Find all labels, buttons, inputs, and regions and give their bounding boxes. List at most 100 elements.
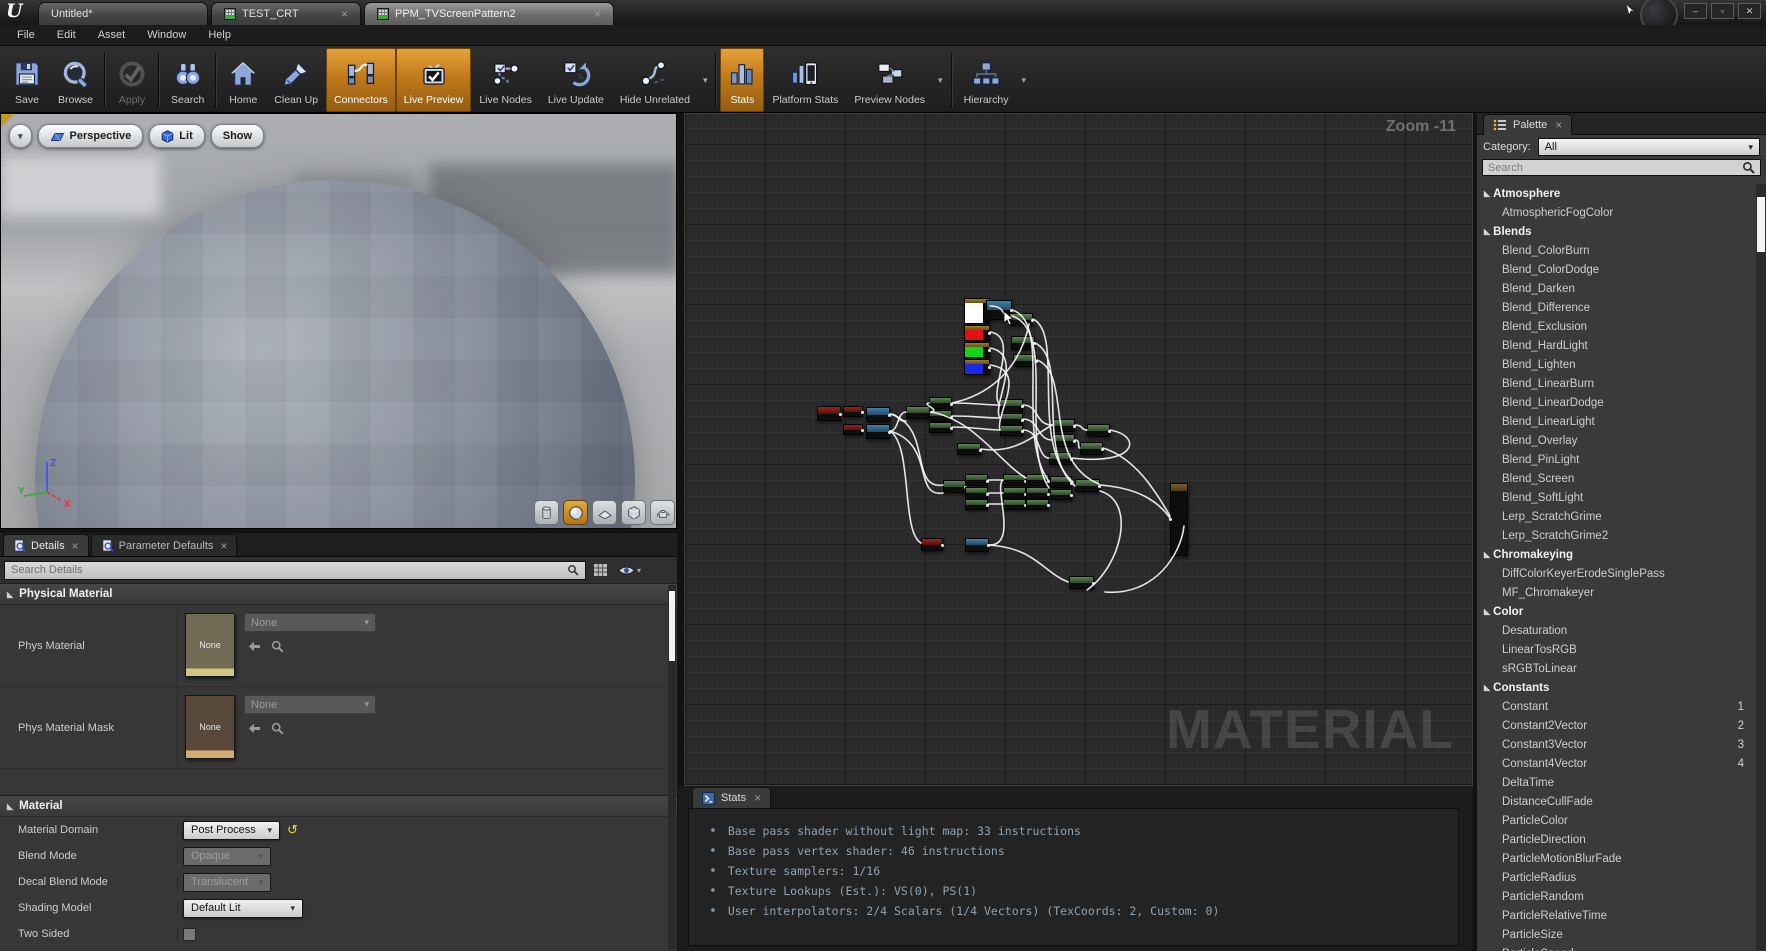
graph-node-blue[interactable] — [866, 424, 890, 439]
hide-unrelated-button[interactable]: Hide Unrelated — [612, 48, 698, 112]
close-icon[interactable]: × — [72, 540, 79, 552]
graph-node-green[interactable] — [1087, 424, 1110, 437]
clean-up-button[interactable]: Clean Up — [266, 48, 326, 112]
palette-item-blend_colorburn[interactable]: Blend_ColorBurn — [1477, 241, 1756, 260]
asset-thumbnail[interactable]: None — [185, 695, 235, 759]
menu-edit[interactable]: Edit — [46, 26, 87, 44]
use-selected-icon[interactable] — [248, 723, 261, 737]
graph-node-green[interactable] — [929, 397, 952, 409]
graph-node-green[interactable] — [1000, 399, 1023, 412]
graph-node-green[interactable] — [1026, 499, 1049, 510]
hierarchy-button[interactable]: Hierarchy — [956, 48, 1017, 112]
preview-nodes-button[interactable]: Preview Nodes — [846, 48, 933, 112]
browse-button[interactable]: Browse — [50, 48, 101, 112]
stats-button[interactable]: Stats — [720, 48, 764, 112]
graph-node-green[interactable] — [1003, 474, 1026, 486]
palette-item-blend_softlight[interactable]: Blend_SoftLight — [1477, 488, 1756, 507]
palette-category-blends[interactable]: ◣Blends — [1477, 222, 1756, 241]
graph-node-red[interactable] — [843, 424, 863, 435]
palette-item-blend_hardlight[interactable]: Blend_HardLight — [1477, 336, 1756, 355]
graph-node-green[interactable] — [965, 487, 988, 499]
graph-node-green[interactable] — [1000, 413, 1023, 425]
palette-item-blend_pinlight[interactable]: Blend_PinLight — [1477, 450, 1756, 469]
palette-item-srgbtolinear[interactable]: sRGBToLinear — [1477, 659, 1756, 678]
palette-item-blend_linearburn[interactable]: Blend_LinearBurn — [1477, 374, 1756, 393]
property-dropdown[interactable]: Post Process▾ — [183, 821, 280, 840]
menu-window[interactable]: Window — [136, 26, 197, 44]
palette-item-particlerelativetime[interactable]: ParticleRelativeTime — [1477, 906, 1756, 925]
palette-item-blend_screen[interactable]: Blend_Screen — [1477, 469, 1756, 488]
live-nodes-button[interactable]: Live Nodes — [471, 48, 540, 112]
graph-node-green[interactable] — [1009, 313, 1033, 326]
palette-category-color[interactable]: ◣Color — [1477, 602, 1756, 621]
search-button[interactable]: Search — [163, 48, 212, 112]
asset-thumbnail[interactable]: None — [185, 613, 235, 677]
apply-button[interactable]: Apply — [109, 48, 155, 112]
graph-node-green[interactable] — [943, 480, 966, 493]
graph-node-green[interactable] — [1069, 576, 1094, 589]
graph-node-green[interactable] — [906, 406, 931, 419]
graph-node-green[interactable] — [957, 443, 981, 455]
menu-asset[interactable]: Asset — [87, 26, 137, 44]
visibility-filter-button[interactable]: ▾ — [615, 560, 644, 580]
graph-node-green[interactable] — [1003, 499, 1026, 510]
palette-item-constant[interactable]: Constant1 — [1477, 697, 1756, 716]
palette-item-atmosphericfogcolor[interactable]: AtmosphericFogColor — [1477, 203, 1756, 222]
asset-select[interactable]: None▾ — [244, 613, 376, 632]
use-selected-icon[interactable] — [248, 641, 261, 655]
viewport-perspective-button[interactable]: Perspective — [38, 124, 144, 148]
grid-view-button[interactable] — [590, 560, 611, 580]
graph-node-const[interactable] — [964, 359, 990, 375]
shape-cylinder-button[interactable] — [534, 500, 559, 525]
palette-item-lerp_scratchgrime[interactable]: Lerp_ScratchGrime — [1477, 507, 1756, 526]
property-dropdown[interactable]: Default Lit▾ — [183, 899, 303, 918]
palette-item-blend_overlay[interactable]: Blend_Overlay — [1477, 431, 1756, 450]
shape-plane-button[interactable] — [592, 500, 617, 525]
palette-category-constants[interactable]: ◣Constants — [1477, 678, 1756, 697]
viewport-lit-button[interactable]: Lit — [149, 124, 204, 148]
graph-node-green[interactable] — [1052, 434, 1075, 447]
menu-help[interactable]: Help — [197, 26, 242, 44]
section-material[interactable]: ◣Material — [0, 795, 677, 817]
graph-node-green[interactable] — [1050, 489, 1072, 500]
graph-node-green[interactable] — [929, 422, 952, 433]
palette-item-blend_darken[interactable]: Blend_Darken — [1477, 279, 1756, 298]
palette-item-desaturation[interactable]: Desaturation — [1477, 621, 1756, 640]
asset-tab-untitled-[interactable]: Untitled* — [38, 2, 208, 25]
close-icon[interactable]: × — [341, 8, 348, 20]
palette-item-mf_chromakeyer[interactable]: MF_Chromakeyer — [1477, 583, 1756, 602]
caret-down-icon[interactable]: ▾ — [1017, 75, 1032, 86]
browse-asset-icon[interactable] — [271, 722, 284, 738]
graph-node-green[interactable] — [1049, 452, 1072, 465]
palette-item-distancecullfade[interactable]: DistanceCullFade — [1477, 792, 1756, 811]
save-button[interactable]: Save — [4, 48, 50, 112]
graph-node-green[interactable] — [1011, 336, 1035, 350]
graph-node-green[interactable] — [965, 499, 988, 510]
palette-category-atmosphere[interactable]: ◣Atmosphere — [1477, 184, 1756, 203]
graph-node-green[interactable] — [1026, 487, 1049, 499]
palette-item-constant3vector[interactable]: Constant3Vector3 — [1477, 735, 1756, 754]
menu-file[interactable]: File — [6, 26, 46, 44]
graph-node-blue[interactable] — [965, 538, 989, 552]
graph-node-const[interactable] — [964, 325, 990, 341]
details-search-input[interactable]: Search Details — [4, 561, 586, 580]
tab-palette[interactable]: Palette × — [1483, 114, 1572, 135]
shape-teapot-button[interactable] — [650, 500, 675, 525]
tab-stats[interactable]: Stats × — [692, 787, 771, 808]
material-graph[interactable]: Zoom -11 MATERIAL — [684, 113, 1473, 786]
graph-node-green[interactable] — [1013, 354, 1037, 367]
caret-down-icon[interactable]: ▾ — [933, 75, 948, 86]
palette-item-diffcolorkeyererodesinglepass[interactable]: DiffColorKeyerErodeSinglePass — [1477, 564, 1756, 583]
connectors-button[interactable]: Connectors — [326, 48, 396, 112]
preview-viewport[interactable]: ▾PerspectiveLitShow ZYX — [0, 113, 677, 529]
palette-item-particlerandom[interactable]: ParticleRandom — [1477, 887, 1756, 906]
reset-to-default-icon[interactable]: ↺ — [287, 822, 298, 838]
live-preview-button[interactable]: Live Preview — [396, 48, 472, 112]
palette-item-particledirection[interactable]: ParticleDirection — [1477, 830, 1756, 849]
home-button[interactable]: Home — [220, 48, 266, 112]
palette-item-particlemotionblurfade[interactable]: ParticleMotionBlurFade — [1477, 849, 1756, 868]
details-scrollbar[interactable] — [668, 585, 676, 950]
palette-search-input[interactable]: Search — [1482, 159, 1761, 176]
graph-node-green[interactable] — [1003, 487, 1026, 499]
close-icon[interactable]: × — [594, 8, 601, 20]
